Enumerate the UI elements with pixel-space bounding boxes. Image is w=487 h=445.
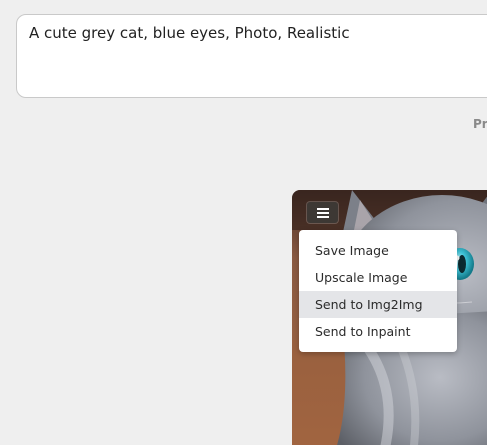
prompt-textarea[interactable]: A cute grey cat, blue eyes, Photo, Reali…	[16, 14, 487, 98]
image-menu-button[interactable]	[307, 202, 338, 223]
menu-item-save-image[interactable]: Save Image	[299, 237, 457, 264]
page: A cute grey cat, blue eyes, Photo, Reali…	[0, 0, 487, 445]
hamburger-icon	[316, 207, 329, 218]
prompt-text: A cute grey cat, blue eyes, Photo, Reali…	[29, 24, 350, 42]
menu-item-send-to-inpaint[interactable]: Send to Inpaint	[299, 318, 457, 345]
menu-item-send-to-img2img[interactable]: Send to Img2Img	[299, 291, 457, 318]
menu-item-upscale-image[interactable]: Upscale Image	[299, 264, 457, 291]
truncated-label: Pr	[473, 117, 487, 131]
image-action-menu: Save Image Upscale Image Send to Img2Img…	[299, 230, 457, 352]
